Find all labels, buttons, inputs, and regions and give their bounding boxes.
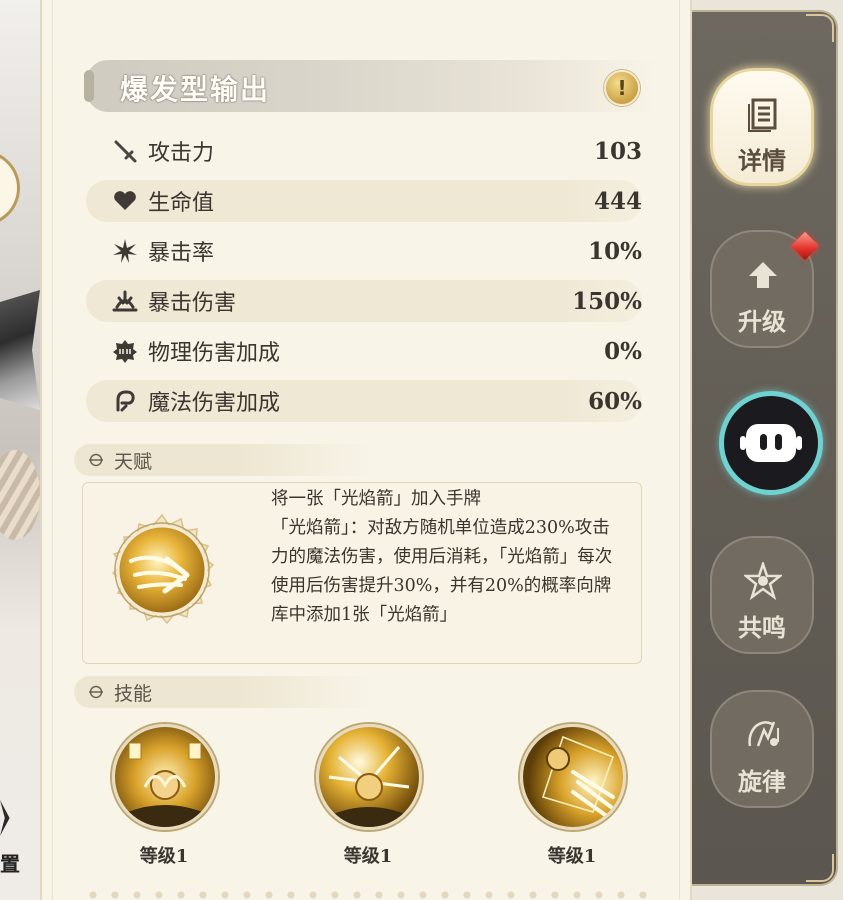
physical-damage-icon: [112, 338, 138, 364]
talent-section-header: 天赋: [74, 444, 374, 476]
info-icon[interactable]: !: [604, 70, 640, 106]
skill-level-label: 等级1: [547, 846, 597, 867]
stat-label: 魔法伤害加成: [148, 391, 281, 416]
talent-description-line1: 将一张「光焰箭」加入手牌: [271, 489, 481, 509]
tab-details-label: 详情: [738, 146, 786, 175]
stats-list: 攻击力 103 生命值 444 暴击率 10% 暴击伤害 150% 物理伤害加成…: [86, 130, 642, 430]
melody-icon: [748, 721, 779, 747]
impact-icon: [112, 288, 138, 314]
stat-row-magic-bonus: 魔法伤害加成 60%: [86, 380, 642, 422]
stat-label: 物理伤害加成: [148, 341, 281, 366]
skills-section-header: 技能: [74, 676, 374, 708]
skills-section-title: 技能: [114, 682, 153, 705]
stat-row-physical-bonus: 物理伤害加成 0%: [86, 330, 642, 372]
role-banner: 爆发型输出 !: [84, 60, 658, 112]
character-detail-panel: 爆发型输出 ! 攻击力 103 生命值 444 暴击率 10% 暴击伤害 150…: [40, 0, 692, 900]
skill-summon-icon[interactable]: [112, 724, 218, 830]
tab-resonance[interactable]: 共鸣: [710, 536, 814, 654]
skill-arcane-strike-icon[interactable]: [520, 724, 626, 830]
section-marker-icon: [89, 685, 103, 699]
stat-value: 103: [593, 137, 642, 165]
skill-item[interactable]: 等级1: [308, 720, 428, 870]
stat-row-crit-damage: 暴击伤害 150%: [86, 280, 642, 322]
burst-star-icon: [112, 238, 138, 264]
sword-icon: [112, 138, 138, 164]
tab-upgrade-label: 升级: [738, 307, 786, 336]
stat-row-hp: 生命值 444: [86, 180, 642, 222]
skill-level-label: 等级1: [343, 846, 393, 867]
stat-value: 60%: [588, 387, 642, 415]
magic-damage-icon: [112, 388, 138, 414]
talent-description: 将一张「光焰箭」加入手牌 「光焰箭」：对敌方随机单位造成230%攻击力的魔法伤害…: [271, 485, 623, 630]
skill-radiance-icon[interactable]: [316, 724, 422, 830]
upgrade-arrow-icon: [749, 262, 777, 288]
talent-description-line2: 「光焰箭」：对敌方随机单位造成230%攻击力的魔法伤害，使用后消耗，「光焰箭」每…: [271, 518, 613, 625]
talent-card: 将一张「光焰箭」加入手牌 「光焰箭」：对敌方随机单位造成230%攻击力的魔法伤害…: [82, 482, 642, 664]
resonance-icon: [744, 562, 782, 600]
heart-icon: [112, 188, 138, 214]
tab-details[interactable]: 详情: [710, 68, 814, 186]
tab-resonance-label: 共鸣: [738, 613, 786, 642]
stat-row-crit-rate: 暴击率 10%: [86, 230, 642, 272]
skill-item[interactable]: 等级1: [512, 720, 632, 870]
stat-value: 10%: [588, 237, 642, 265]
section-marker-icon: [89, 453, 103, 467]
stat-value: 150%: [572, 287, 642, 315]
character-art-edge: 置: [0, 0, 40, 900]
stat-label: 暴击率: [148, 241, 215, 266]
tab-melody-label: 旋律: [738, 767, 786, 796]
tab-melody[interactable]: 旋律: [710, 690, 814, 808]
chevron-left-icon[interactable]: [0, 800, 10, 836]
left-button-label[interactable]: 置: [0, 848, 20, 877]
role-title: 爆发型输出: [120, 73, 271, 106]
details-icon: [748, 98, 777, 132]
skill-level-label: 等级1: [139, 846, 189, 867]
robot-face-icon: [740, 424, 802, 462]
stat-label: 攻击力: [148, 141, 215, 166]
stat-value: 0%: [604, 337, 642, 365]
assistant-robot-button[interactable]: [719, 391, 823, 495]
skill-item[interactable]: 等级1: [104, 720, 224, 870]
skills-list: 等级1 等级1 等级1: [42, 720, 694, 870]
stat-label: 暴击伤害: [148, 291, 237, 316]
flame-arrow-talent-icon[interactable]: [105, 513, 219, 627]
stat-row-attack: 攻击力 103: [86, 130, 642, 172]
talent-section-title: 天赋: [114, 450, 153, 473]
stat-label: 生命值: [148, 191, 215, 216]
stat-value: 444: [593, 187, 642, 215]
